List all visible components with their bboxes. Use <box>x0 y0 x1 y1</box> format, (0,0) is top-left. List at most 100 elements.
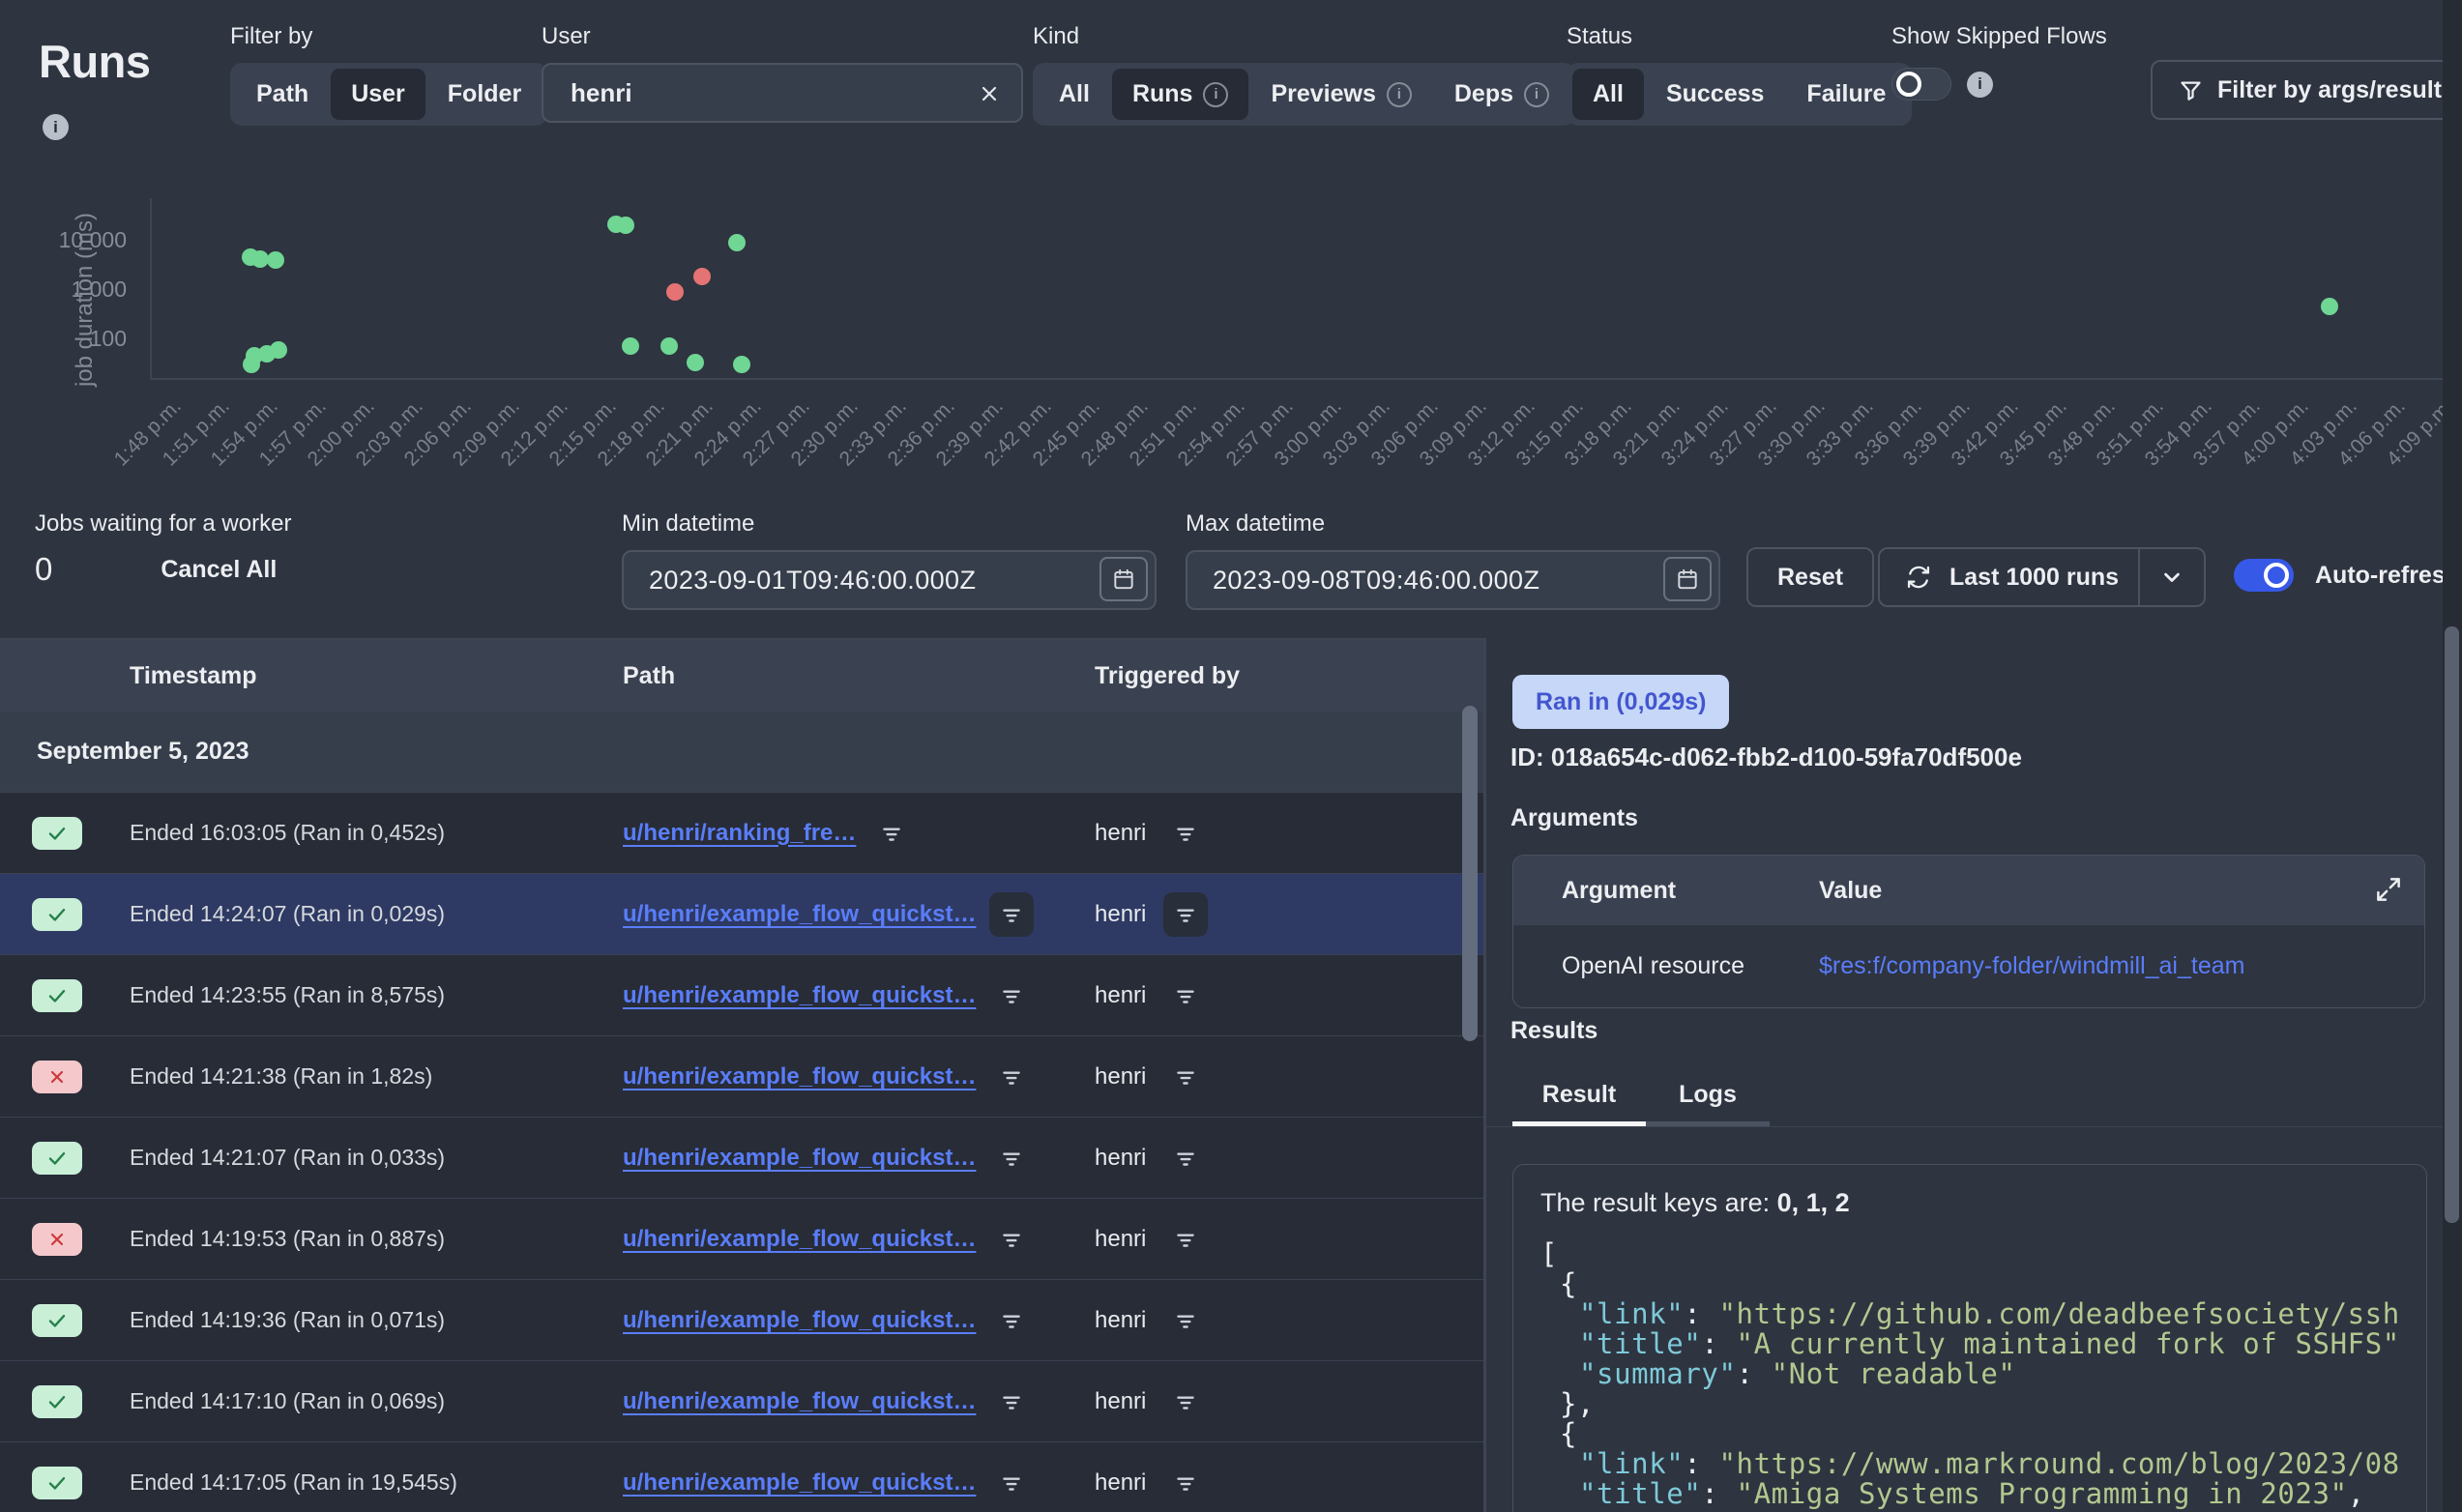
filter-by-path-icon[interactable] <box>989 1055 1034 1099</box>
cancel-all-button[interactable]: Cancel All <box>161 556 277 584</box>
runs-info-icon[interactable]: i <box>43 114 69 140</box>
table-row[interactable]: Ended 14:21:38 (Ran in 1,82s) u/henri/ex… <box>0 1035 1483 1117</box>
run-user: henri <box>1095 901 1146 928</box>
filter-by-user-icon[interactable] <box>1163 1136 1208 1180</box>
run-path-link[interactable]: u/henri/example_flow_quickst… <box>623 1469 976 1497</box>
timestamp-column-header: Timestamp <box>116 662 611 690</box>
run-path-link[interactable]: u/henri/example_flow_quickst… <box>623 1307 976 1334</box>
x-tick-label: 3:27 p.m. <box>1649 393 1784 528</box>
run-timestamp: Ended 14:21:38 (Ran in 1,82s) <box>116 1063 611 1090</box>
x-tick-label: 3:57 p.m. <box>2132 393 2268 528</box>
show-skipped-flows-toggle[interactable] <box>1891 68 1951 101</box>
table-row[interactable]: Ended 16:03:05 (Ran in 0,452s) u/henri/r… <box>0 792 1483 873</box>
failure-run-dot[interactable] <box>666 283 684 301</box>
filter-by-path-option[interactable]: Path <box>236 69 329 120</box>
run-path-link[interactable]: u/henri/example_flow_quickst… <box>623 982 976 1009</box>
kind-deps-option[interactable]: Depsi <box>1434 69 1569 120</box>
max-datetime-input[interactable] <box>1187 566 1651 596</box>
run-path-link[interactable]: u/henri/example_flow_quickst… <box>623 1063 976 1090</box>
user-filter-input[interactable] <box>543 78 1021 108</box>
filter-by-folder-option[interactable]: Folder <box>427 69 542 120</box>
status-failure-option[interactable]: Failure <box>1786 69 1906 120</box>
filter-by-path-icon[interactable] <box>989 1298 1034 1343</box>
tab-logs[interactable]: Logs <box>1646 1067 1770 1127</box>
x-tick-label: 3:45 p.m. <box>1939 393 2074 528</box>
last-runs-button[interactable]: Last 1000 runs <box>1880 549 2138 605</box>
success-run-dot[interactable] <box>251 250 269 268</box>
status-success-option[interactable]: Success <box>1646 69 1784 120</box>
table-row[interactable]: Ended 14:19:53 (Ran in 0,887s) u/henri/e… <box>0 1198 1483 1279</box>
table-row[interactable]: Ended 14:23:55 (Ran in 8,575s) u/henri/e… <box>0 954 1483 1035</box>
table-row[interactable]: Ended 14:17:05 (Ran in 19,545s) u/henri/… <box>0 1441 1483 1512</box>
argument-column-header: Argument <box>1562 877 1819 905</box>
filter-by-section: Filter by Path User Folder <box>230 23 547 126</box>
success-run-dot[interactable] <box>622 337 639 355</box>
filter-by-user-icon[interactable] <box>1163 974 1208 1018</box>
filter-by-user-icon[interactable] <box>1163 1055 1208 1099</box>
x-tick-label: 2:09 p.m. <box>392 393 527 528</box>
tab-result[interactable]: Result <box>1512 1067 1646 1127</box>
table-scrollbar[interactable] <box>1462 706 1478 1041</box>
filter-by-path-icon[interactable] <box>989 974 1034 1018</box>
x-tick-label: 3:12 p.m. <box>1407 393 1542 528</box>
kind-previews-option[interactable]: Previewsi <box>1250 69 1431 120</box>
max-datetime-calendar-icon[interactable] <box>1663 557 1712 601</box>
x-tick-label: 2:12 p.m. <box>440 393 575 528</box>
filter-by-user-icon[interactable] <box>1163 1217 1208 1262</box>
run-path-link[interactable]: u/henri/ranking_fre… <box>623 820 856 847</box>
deps-kind-info-icon[interactable]: i <box>1524 82 1549 107</box>
success-run-dot[interactable] <box>733 356 750 373</box>
filter-by-path-icon[interactable] <box>869 811 914 856</box>
result-viewer: The result keys are: 0, 1, 2 [{"link": "… <box>1512 1164 2427 1512</box>
filter-by-user-option[interactable]: User <box>331 69 425 120</box>
x-tick-label: 4:03 p.m. <box>2229 393 2364 528</box>
filter-by-path-icon[interactable] <box>989 1461 1034 1505</box>
runs-kind-info-icon[interactable]: i <box>1203 82 1228 107</box>
success-run-dot[interactable] <box>660 337 678 355</box>
filter-by-user-icon[interactable] <box>1163 1298 1208 1343</box>
run-path-link[interactable]: u/henri/example_flow_quickst… <box>623 901 976 928</box>
page-scrollbar[interactable] <box>2445 626 2459 1223</box>
status-all-option[interactable]: All <box>1572 69 1644 120</box>
last-runs-dropdown-button[interactable] <box>2140 549 2204 605</box>
success-run-dot[interactable] <box>617 217 634 234</box>
expand-icon[interactable] <box>2374 875 2403 904</box>
auto-refresh-toggle[interactable] <box>2234 559 2294 592</box>
failure-run-dot[interactable] <box>693 268 711 285</box>
success-run-dot[interactable] <box>267 251 284 269</box>
filter-by-path-icon[interactable] <box>989 1380 1034 1424</box>
skipped-flows-info-icon[interactable]: i <box>1967 72 1993 98</box>
run-path-link[interactable]: u/henri/example_flow_quickst… <box>623 1388 976 1415</box>
reset-button[interactable]: Reset <box>1746 547 1874 607</box>
success-run-dot[interactable] <box>2321 298 2338 315</box>
filter-by-path-icon[interactable] <box>989 1217 1034 1262</box>
jobs-waiting-label: Jobs waiting for a worker <box>35 510 291 538</box>
table-row[interactable]: Ended 14:21:07 (Ran in 0,033s) u/henri/e… <box>0 1117 1483 1198</box>
success-run-dot[interactable] <box>270 341 287 359</box>
x-tick-label: 3:42 p.m. <box>1890 393 2026 528</box>
filter-by-user-icon[interactable] <box>1163 892 1208 937</box>
clear-user-filter-icon[interactable] <box>975 79 1004 108</box>
filter-by-user-icon[interactable] <box>1163 811 1208 856</box>
filter-by-user-icon[interactable] <box>1163 1461 1208 1505</box>
table-row[interactable]: Ended 14:19:36 (Ran in 0,071s) u/henri/e… <box>0 1279 1483 1360</box>
x-tick-label: 2:39 p.m. <box>875 393 1011 528</box>
filter-by-path-icon[interactable] <box>989 1136 1034 1180</box>
min-datetime-input[interactable] <box>624 566 1087 596</box>
run-path-link[interactable]: u/henri/example_flow_quickst… <box>623 1145 976 1172</box>
kind-all-option[interactable]: All <box>1039 69 1110 120</box>
x-tick-label: 2:42 p.m. <box>923 393 1059 528</box>
table-row[interactable]: Ended 14:17:10 (Ran in 0,069s) u/henri/e… <box>0 1360 1483 1441</box>
min-datetime-calendar-icon[interactable] <box>1099 557 1148 601</box>
filter-by-args-button[interactable]: Filter by args/result <box>2151 60 2462 120</box>
success-run-dot[interactable] <box>687 354 704 371</box>
run-user: henri <box>1095 1063 1146 1090</box>
previews-kind-info-icon[interactable]: i <box>1387 82 1412 107</box>
success-run-dot[interactable] <box>728 234 746 251</box>
table-row[interactable]: Ended 14:24:07 (Ran in 0,029s) u/henri/e… <box>0 873 1483 954</box>
filter-by-user-icon[interactable] <box>1163 1380 1208 1424</box>
filter-by-path-icon[interactable] <box>989 892 1034 937</box>
run-path-link[interactable]: u/henri/example_flow_quickst… <box>623 1226 976 1253</box>
kind-runs-option[interactable]: Runsi <box>1112 69 1249 120</box>
argument-value-link[interactable]: $res:f/company-folder/windmill_ai_team <box>1819 952 2424 980</box>
